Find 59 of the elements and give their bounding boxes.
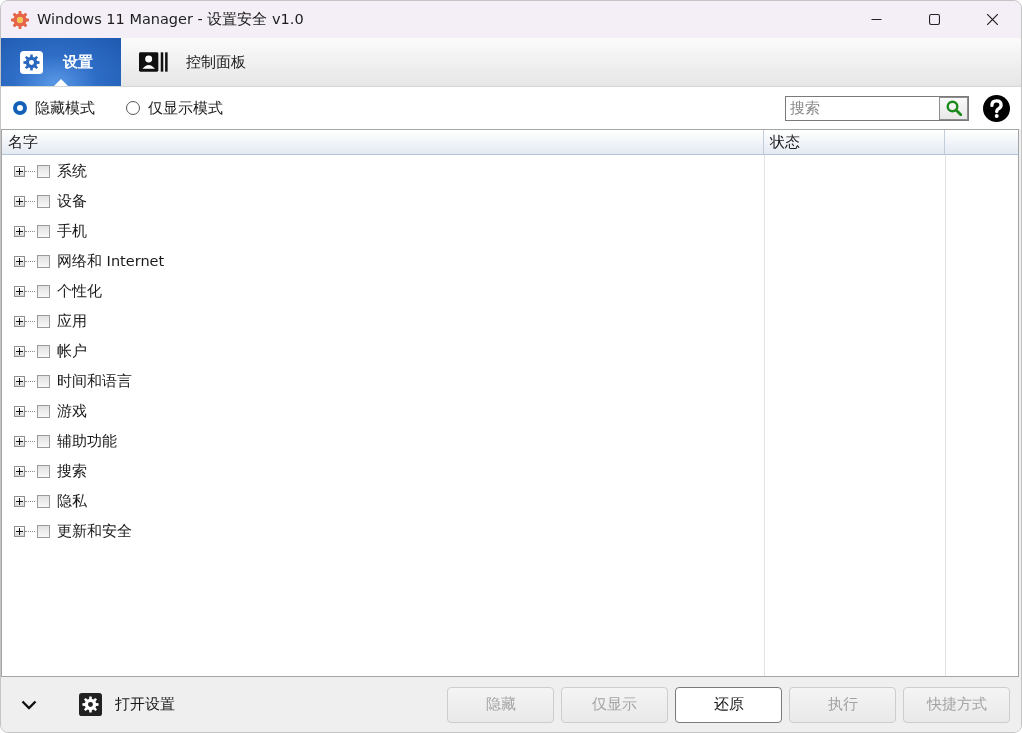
- tree-item[interactable]: 个性化: [57, 281, 102, 301]
- mode-radio[interactable]: 隐藏模式: [13, 98, 95, 118]
- expand-toggle[interactable]: [14, 225, 25, 237]
- chevron-down-icon[interactable]: [21, 699, 37, 710]
- tab[interactable]: 控制面板: [121, 38, 264, 86]
- column-header[interactable]: 状态: [764, 130, 945, 154]
- tree-item[interactable]: 网络和 Internet: [57, 251, 165, 271]
- expand-toggle[interactable]: [14, 465, 25, 477]
- checkbox[interactable]: [37, 434, 50, 448]
- tree-item[interactable]: 应用: [57, 311, 87, 331]
- id-card-icon: [139, 52, 168, 72]
- tree-item[interactable]: 系统: [57, 161, 87, 181]
- checkbox[interactable]: [37, 374, 50, 388]
- expand-toggle[interactable]: [14, 345, 25, 357]
- expand-toggle[interactable]: [14, 525, 25, 537]
- mode-radio[interactable]: 仅显示模式: [126, 98, 223, 118]
- expand-toggle[interactable]: [14, 285, 25, 297]
- tree-item[interactable]: 时间和语言: [57, 371, 132, 391]
- checkbox[interactable]: [37, 524, 50, 538]
- window-title: Windows 11 Manager - 设置安全 v1.0: [37, 10, 304, 29]
- checkbox[interactable]: [37, 404, 50, 418]
- expand-toggle[interactable]: [14, 195, 25, 207]
- search-icon: [945, 100, 962, 116]
- tab[interactable]: 设置: [1, 38, 121, 86]
- checkbox[interactable]: [37, 314, 50, 328]
- expand-toggle[interactable]: [14, 435, 25, 447]
- expand-toggle[interactable]: [14, 315, 25, 327]
- tree-item[interactable]: 更新和安全: [57, 521, 132, 541]
- search-button[interactable]: [939, 96, 968, 120]
- checkbox[interactable]: [37, 254, 50, 268]
- minimize-icon: [870, 19, 882, 20]
- checkbox[interactable]: [37, 224, 50, 238]
- open-settings-button[interactable]: 打开设置: [79, 693, 175, 716]
- checkbox[interactable]: [37, 344, 50, 358]
- gear-icon: [20, 50, 43, 74]
- checkbox[interactable]: [37, 464, 50, 478]
- action-button[interactable]: 还原: [675, 686, 782, 723]
- checkbox[interactable]: [37, 164, 50, 178]
- checkbox[interactable]: [37, 494, 50, 508]
- close-icon: [986, 14, 998, 25]
- tree-item[interactable]: 帐户: [57, 341, 87, 361]
- expand-toggle[interactable]: [14, 255, 25, 267]
- gear-icon: [79, 693, 102, 716]
- expand-toggle[interactable]: [14, 375, 25, 387]
- checkbox[interactable]: [37, 284, 50, 298]
- tree-item[interactable]: 隐私: [57, 491, 87, 511]
- help-icon[interactable]: [983, 94, 1010, 122]
- tree-item[interactable]: 手机: [57, 221, 87, 241]
- column-header[interactable]: 名字: [2, 130, 764, 154]
- maximize-icon: [928, 14, 940, 25]
- tree-item[interactable]: 辅助功能: [57, 431, 117, 451]
- gear-icon: [10, 9, 30, 30]
- expand-toggle[interactable]: [14, 165, 25, 177]
- checkbox[interactable]: [37, 194, 50, 208]
- tree-item[interactable]: 游戏: [57, 401, 87, 421]
- tree-item[interactable]: 设备: [57, 191, 87, 211]
- expand-toggle[interactable]: [14, 405, 25, 417]
- tree-item[interactable]: 搜索: [57, 461, 87, 481]
- expand-toggle[interactable]: [14, 495, 25, 507]
